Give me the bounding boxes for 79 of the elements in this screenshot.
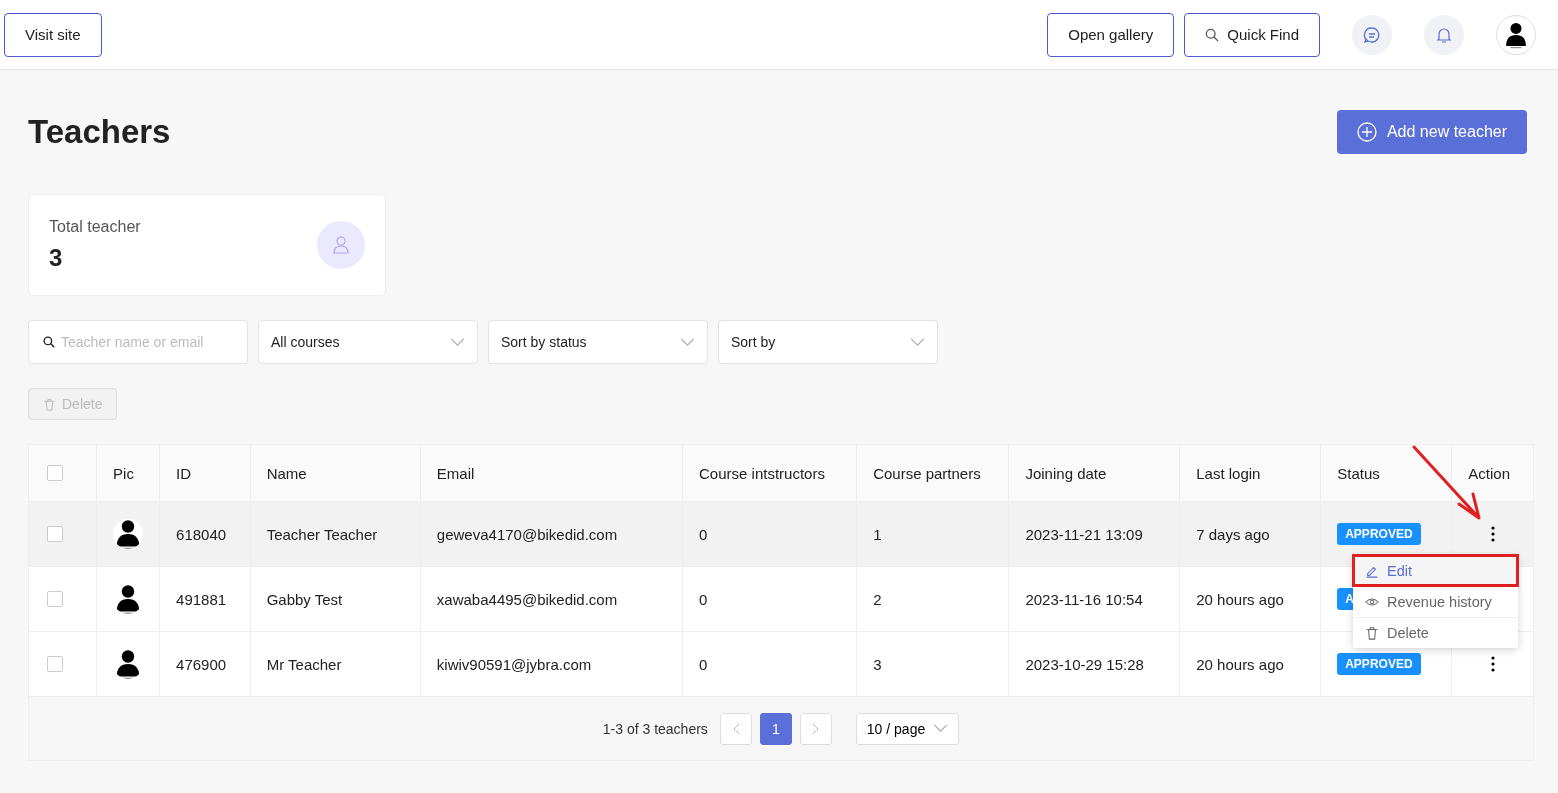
chat-icon xyxy=(1363,25,1381,44)
status-badge: APPROVED xyxy=(1337,523,1421,545)
page-button[interactable]: 1 xyxy=(759,712,792,745)
page-title: Teachers xyxy=(28,113,171,151)
menu-item[interactable]: Delete xyxy=(1353,617,1518,648)
table-cell: 0 xyxy=(682,501,857,567)
table-cell: 2 xyxy=(856,566,1009,632)
table-cell: Mr Teacher xyxy=(250,631,421,697)
eye-icon xyxy=(1365,595,1379,609)
chevron-down-icon xyxy=(933,724,949,733)
table-cell: kiwiv90591@jybra.com xyxy=(420,631,683,697)
table-cell: 3 xyxy=(856,631,1009,697)
bell-icon xyxy=(1435,25,1453,44)
chevron-down-icon xyxy=(450,337,465,347)
chat-button[interactable] xyxy=(1352,14,1392,55)
stat-label: Total teacher xyxy=(49,218,141,236)
pagination-summary: 1-3 of 3 teachers xyxy=(602,720,708,737)
table-cell: 618040 xyxy=(159,501,251,567)
table-cell: Gabby Test xyxy=(250,566,421,632)
search-icon xyxy=(43,335,55,349)
column-header: Action xyxy=(1451,444,1534,502)
courses-dropdown[interactable]: All courses xyxy=(258,320,478,364)
person-icon xyxy=(1505,20,1527,49)
page-size-dropdown[interactable]: 10 / page xyxy=(855,712,960,745)
table-cell: geweva4170@bikedid.com xyxy=(420,501,683,567)
sort-dropdown[interactable]: Sort by xyxy=(718,320,938,364)
menu-item[interactable]: Revenue history xyxy=(1353,586,1518,617)
table-cell: 0 xyxy=(682,631,857,697)
add-teacher-button[interactable]: Add new teacher xyxy=(1336,110,1527,154)
previous-page-button[interactable] xyxy=(719,712,752,745)
table-cell: 2023-10-29 15:28 xyxy=(1008,631,1180,697)
more-icon[interactable] xyxy=(1490,656,1495,672)
menu-item[interactable]: Edit xyxy=(1353,555,1518,586)
person-icon xyxy=(113,519,144,549)
table-cell: 491881 xyxy=(159,566,251,632)
table-cell: 20 hours ago xyxy=(1179,631,1321,697)
column-header: ID xyxy=(159,444,251,502)
table-cell: Teacher Teacher xyxy=(250,501,421,567)
search-icon xyxy=(1205,27,1220,42)
quick-find-button[interactable]: Quick Find xyxy=(1184,12,1320,57)
table-cell: xawaba4495@bikedid.com xyxy=(420,566,683,632)
open-gallery-button[interactable]: Open gallery xyxy=(1047,12,1175,57)
search-input[interactable]: Teacher name or email xyxy=(59,333,233,351)
column-header: Pic xyxy=(96,444,160,502)
chevron-left-icon xyxy=(731,722,740,735)
chevron-down-icon xyxy=(910,337,925,347)
column-header: Course intstructors xyxy=(682,444,857,502)
trash-icon xyxy=(1365,626,1379,640)
row-checkbox[interactable] xyxy=(47,591,63,607)
visit-site-button[interactable]: Visit site xyxy=(4,12,102,57)
select-all-checkbox[interactable] xyxy=(47,465,63,481)
chevron-right-icon xyxy=(811,722,820,735)
person-outline-icon xyxy=(331,235,351,255)
column-header: Email xyxy=(420,444,683,502)
bell-button[interactable] xyxy=(1424,14,1464,55)
column-header: Joining date xyxy=(1008,444,1180,502)
table-cell: 1 xyxy=(856,501,1009,567)
column-header: Name xyxy=(250,444,421,502)
chevron-down-icon xyxy=(680,337,695,347)
stat-value: 3 xyxy=(49,244,64,272)
status-badge: APPROVED xyxy=(1337,653,1421,675)
column-header: Last login xyxy=(1179,444,1321,502)
table-cell: 20 hours ago xyxy=(1179,566,1321,632)
search-field[interactable]: Teacher name or email xyxy=(28,320,248,364)
row-checkbox[interactable] xyxy=(47,656,63,672)
plus-circle-icon xyxy=(1356,122,1377,142)
row-checkbox[interactable] xyxy=(47,526,63,542)
column-header: Status xyxy=(1320,444,1452,502)
user-avatar[interactable] xyxy=(1496,14,1536,55)
more-icon[interactable] xyxy=(1490,526,1495,542)
column-header: Course partners xyxy=(856,444,1009,502)
next-page-button[interactable] xyxy=(799,712,832,745)
table-cell: 2023-11-16 10:54 xyxy=(1008,566,1180,632)
status-sort-dropdown[interactable]: Sort by status xyxy=(488,320,708,364)
table-cell: 2023-11-21 13:09 xyxy=(1008,501,1180,567)
table-cell: 476900 xyxy=(159,631,251,697)
trash-icon xyxy=(43,397,56,411)
table-cell: 7 days ago xyxy=(1179,501,1321,567)
table-cell: 0 xyxy=(682,566,857,632)
